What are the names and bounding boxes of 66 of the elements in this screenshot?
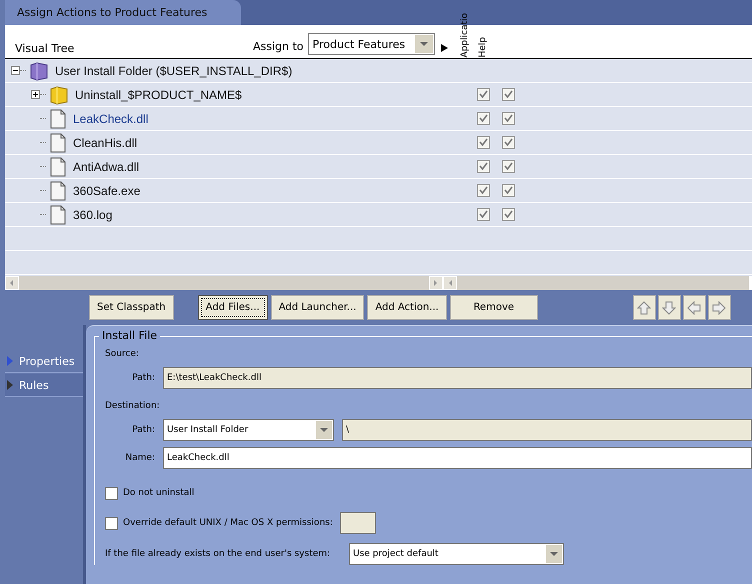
arrow-button[interactable] <box>708 295 731 320</box>
triangle-icon <box>7 380 13 390</box>
checkbox[interactable] <box>502 112 515 125</box>
panel-tab[interactable]: Assign Actions to Product Features <box>5 0 241 25</box>
sidebar-label: Rules <box>19 378 49 392</box>
checkbox[interactable] <box>105 516 118 530</box>
input-field[interactable]: \ <box>342 419 752 441</box>
column-header: Applicatio <box>460 12 471 58</box>
checkbox-label: Override default UNIX / Mac OS X permissions: <box>123 518 333 528</box>
column-header: Visual Tree <box>14 42 76 57</box>
arrow-button[interactable] <box>658 295 681 320</box>
folder-icon <box>29 60 49 80</box>
arrow-down-icon <box>662 300 676 314</box>
checkbox[interactable] <box>477 88 490 101</box>
arrow-button[interactable] <box>632 295 656 320</box>
checkbox[interactable] <box>502 88 515 101</box>
tree-item[interactable]: 360.log <box>73 208 112 222</box>
horizontal-scrollbar[interactable] <box>5 276 749 290</box>
group-title: Install File <box>99 329 160 342</box>
checkbox[interactable] <box>477 112 490 125</box>
field-label: Name: <box>124 453 155 463</box>
field-label: Path: <box>131 425 155 435</box>
input-field[interactable]: LeakCheck.dll <box>163 447 752 469</box>
section-label: Destination: <box>105 401 161 413</box>
checkbox[interactable] <box>502 160 515 173</box>
sidebar-label: Properties <box>19 354 75 368</box>
folder-icon <box>49 84 69 104</box>
checkbox[interactable] <box>477 136 490 149</box>
section-label: Source: <box>105 349 140 361</box>
checkbox[interactable] <box>502 208 515 221</box>
checkbox[interactable] <box>105 486 118 500</box>
checkbox[interactable] <box>477 184 490 197</box>
collapse-icon[interactable] <box>11 66 20 75</box>
toolbar-button[interactable]: Add Files... <box>198 295 268 320</box>
checkbox[interactable] <box>502 136 515 149</box>
toolbar-button[interactable]: Add Action... <box>367 295 447 320</box>
exists-dropdown[interactable]: Use project default <box>349 543 564 565</box>
arrow-button[interactable] <box>682 295 706 320</box>
field-label: Path: <box>131 373 155 383</box>
expand-icon[interactable] <box>31 90 40 99</box>
toolbar-button[interactable]: Remove <box>450 295 538 320</box>
tree-item[interactable]: 360Safe.exe <box>73 184 140 198</box>
tree-item[interactable]: AntiAdwa.dll <box>73 160 140 174</box>
toolbar-button[interactable]: Add Launcher... <box>270 295 364 320</box>
input-field[interactable]: E:\test\LeakCheck.dll <box>163 367 752 389</box>
tree-item[interactable]: User Install Folder ($USER_INSTALL_DIR$) <box>55 64 292 78</box>
arrow-up-icon <box>637 300 652 314</box>
triangle-icon <box>7 356 13 366</box>
checkbox[interactable] <box>477 160 490 173</box>
assign-label: Assign to <box>253 40 304 55</box>
toolbar-button[interactable]: Set Classpath <box>89 295 174 320</box>
checkbox-label: Do not uninstall <box>123 488 194 498</box>
arrow-left-icon <box>687 300 702 314</box>
checkbox[interactable] <box>502 184 515 197</box>
path-dropdown[interactable]: User Install Folder <box>163 419 334 441</box>
tree-item[interactable]: Uninstall_$PRODUCT_NAME$ <box>75 88 242 102</box>
assign-dropdown[interactable]: Product Features <box>308 33 435 55</box>
permissions-field[interactable] <box>340 512 376 534</box>
checkbox[interactable] <box>477 208 490 221</box>
field-label: If the file already exists on the end user's system: <box>105 549 332 559</box>
tree-item[interactable]: LeakCheck.dll <box>73 112 148 126</box>
sidebar-tab[interactable]: Rules <box>5 374 83 397</box>
tree-item[interactable]: CleanHis.dll <box>73 136 138 150</box>
column-header: Help <box>478 36 489 58</box>
triangle-icon[interactable] <box>440 44 448 52</box>
arrow-right-icon <box>712 300 726 314</box>
